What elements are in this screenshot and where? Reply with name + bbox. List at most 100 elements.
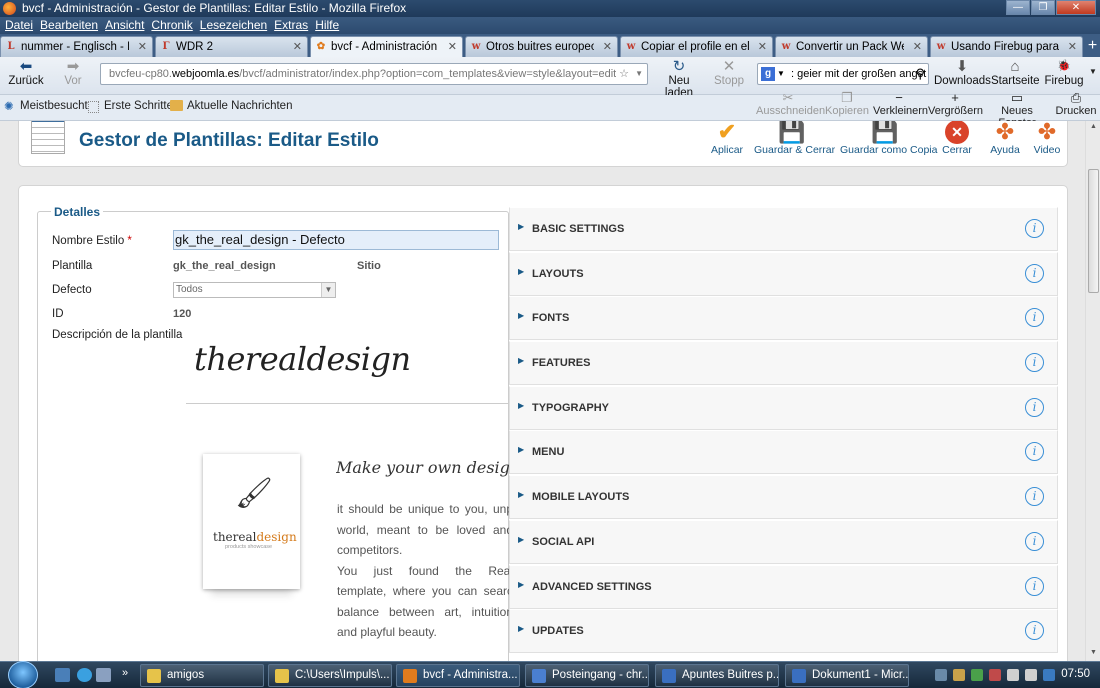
menu-extras[interactable]: Extras xyxy=(272,17,313,34)
tray-app-icon[interactable] xyxy=(989,669,1001,681)
minimize-button[interactable]: — xyxy=(1006,0,1030,15)
print-button[interactable]: ⎙ Drucken xyxy=(1055,91,1097,118)
zoom-out-button[interactable]: − Verkleinern xyxy=(873,91,928,118)
bookmark-star-icon[interactable]: ☆ xyxy=(616,64,629,84)
menu-ansicht[interactable]: Ansicht xyxy=(103,17,149,34)
close-button[interactable]: ✕ Cerrar xyxy=(937,121,977,156)
tab-2[interactable]: ✿ bvcf - Administración - ... ✕ xyxy=(310,36,463,57)
taskbar-task[interactable]: Dokument1 - Micr... xyxy=(785,664,909,687)
tab-close-icon[interactable]: ✕ xyxy=(1068,37,1077,57)
google-icon[interactable]: g xyxy=(761,67,775,81)
cut-button[interactable]: ✂ Ausschneiden xyxy=(756,91,825,118)
accordion-item[interactable]: ▶ TYPOGRAPHY i xyxy=(509,385,1058,430)
apply-button[interactable]: ✔ Aplicar xyxy=(706,121,748,156)
chevron-down-icon[interactable]: ▼ xyxy=(1089,67,1097,76)
taskbar-task[interactable]: Posteingang - chr... xyxy=(525,664,649,687)
scroll-down-icon[interactable]: ▼ xyxy=(1088,649,1099,659)
menu-bearbeiten[interactable]: Bearbeiten xyxy=(38,17,103,34)
tray-arrow-icon[interactable] xyxy=(935,669,947,681)
firebug-button[interactable]: 🐞 Firebug xyxy=(1043,58,1085,87)
taskbar-task[interactable]: C:\Users\Impuls\... xyxy=(268,664,392,687)
bookmark-first-steps[interactable]: Erste Schritte xyxy=(104,100,173,112)
accordion-item[interactable]: ▶ SOCIAL API i xyxy=(509,519,1058,564)
info-icon[interactable]: i xyxy=(1025,621,1044,641)
accordion-item[interactable]: ▶ MOBILE LAYOUTS i xyxy=(509,475,1058,520)
home-button[interactable]: ⌂ Startseite xyxy=(991,58,1040,87)
downloads-button[interactable]: ⬇ Downloads xyxy=(934,58,991,87)
maximize-button[interactable]: ❐ xyxy=(1031,0,1055,15)
tray-volume-icon[interactable] xyxy=(1025,669,1037,681)
info-icon[interactable]: i xyxy=(1025,442,1044,462)
tab-close-icon[interactable]: ✕ xyxy=(913,37,922,57)
accordion-item[interactable]: ▶ UPDATES i xyxy=(509,609,1058,654)
taskbar-task[interactable]: bvcf - Administra... xyxy=(396,664,520,687)
tab-close-icon[interactable]: ✕ xyxy=(758,37,767,57)
close-window-button[interactable]: ✕ xyxy=(1056,0,1096,15)
zoom-in-button[interactable]: + Vergrößern xyxy=(928,91,983,118)
save-close-button[interactable]: 💾 Guardar & Cerrar xyxy=(754,121,835,156)
tab-0[interactable]: Lnummer - Englisch - De... ✕ xyxy=(0,36,153,57)
search-input[interactable]: g ▼ : geier mit der großen angst ⚲ xyxy=(757,63,929,85)
info-icon[interactable]: i xyxy=(1025,308,1044,328)
tab-3[interactable]: w Otros buitres europeos ✕ xyxy=(465,36,618,57)
reload-button[interactable]: ↻ Neu laden xyxy=(654,58,704,99)
accordion-item[interactable]: ▶ LAYOUTS i xyxy=(509,251,1058,296)
tray-network-icon[interactable] xyxy=(1007,669,1019,681)
info-icon[interactable]: i xyxy=(1025,487,1044,507)
video-button[interactable]: ✤ Video xyxy=(1029,121,1065,156)
menu-chronik[interactable]: Chronik xyxy=(149,17,197,34)
clock[interactable]: 07:50 xyxy=(1061,668,1090,680)
tab-5[interactable]: w Convertir un Pack Web... ✕ xyxy=(775,36,928,57)
taskbar-task[interactable]: Apuntes Buitres p... xyxy=(655,664,779,687)
help-button[interactable]: ✤ Ayuda xyxy=(985,121,1025,156)
menu-datei[interactable]: Datei xyxy=(3,17,38,34)
switch-windows-icon[interactable] xyxy=(96,668,111,682)
info-icon[interactable]: i xyxy=(1025,397,1044,417)
tab-close-icon[interactable]: ✕ xyxy=(448,37,457,57)
new-tab-button[interactable]: + xyxy=(1085,36,1100,57)
info-icon[interactable]: i xyxy=(1025,531,1044,551)
start-button[interactable] xyxy=(8,661,38,688)
internet-explorer-icon[interactable] xyxy=(77,668,92,682)
bookmark-news[interactable]: Aktuelle Nachrichten xyxy=(187,100,292,112)
bookmark-most-visited[interactable]: Meistbesucht xyxy=(20,100,88,112)
info-icon[interactable]: i xyxy=(1025,219,1044,238)
search-engine-dropdown-icon[interactable]: ▼ xyxy=(777,64,785,84)
back-button[interactable]: ⬅ Zurück xyxy=(6,58,46,87)
url-bar[interactable]: bvcfeu-cp80.webjoomla.es/bvcf/administra… xyxy=(100,63,648,85)
info-icon[interactable]: i xyxy=(1025,263,1044,283)
tray-security-icon[interactable] xyxy=(971,669,983,681)
save-copy-button[interactable]: 💾 Guardar como Copia xyxy=(840,121,937,156)
tab-4[interactable]: w Copiar el profile en el g... ✕ xyxy=(620,36,773,57)
style-name-input[interactable]: gk_the_real_design - Defecto xyxy=(173,230,499,250)
search-icon[interactable]: ⚲ xyxy=(915,64,925,84)
accordion-item[interactable]: ▶ FEATURES i xyxy=(509,341,1058,386)
tray-mail-icon[interactable] xyxy=(953,669,965,681)
taskbar-task[interactable]: amigos xyxy=(140,664,264,687)
url-dropdown-icon[interactable]: ▼ xyxy=(635,64,643,84)
tab-close-icon[interactable]: ✕ xyxy=(603,37,612,57)
default-select[interactable]: Todos ▼ xyxy=(173,282,336,298)
accordion-item[interactable]: ▶ BASIC SETTINGS i xyxy=(509,207,1058,251)
scrollbar-thumb[interactable] xyxy=(1088,169,1099,293)
info-icon[interactable]: i xyxy=(1025,353,1044,373)
tab-6[interactable]: w Usando Firebug para m... ✕ xyxy=(930,36,1083,57)
stop-button[interactable]: ✕ Stopp xyxy=(712,58,746,87)
copy-button[interactable]: ❐ Kopieren xyxy=(825,91,869,118)
expand-quicklaunch[interactable]: » xyxy=(122,667,128,679)
menu-hilfe[interactable]: Hilfe xyxy=(313,17,344,34)
vertical-scrollbar[interactable]: ▲ ▼ xyxy=(1085,121,1100,661)
back-arrow-icon: ⬅ xyxy=(19,58,33,75)
show-desktop-icon[interactable] xyxy=(55,668,70,682)
tab-close-icon[interactable]: ✕ xyxy=(138,37,147,57)
tab-1[interactable]: Γ WDR 2 ✕ xyxy=(155,36,308,57)
scroll-up-icon[interactable]: ▲ xyxy=(1088,123,1099,133)
info-icon[interactable]: i xyxy=(1025,576,1044,596)
accordion-item[interactable]: ▶ FONTS i xyxy=(509,296,1058,341)
menu-lesezeichen[interactable]: Lesezeichen xyxy=(198,17,272,34)
accordion-item[interactable]: ▶ MENU i xyxy=(509,430,1058,475)
accordion-item[interactable]: ▶ ADVANCED SETTINGS i xyxy=(509,564,1058,609)
tray-bluetooth-icon[interactable] xyxy=(1043,669,1055,681)
forward-button[interactable]: ➡ Vor xyxy=(55,58,91,87)
tab-close-icon[interactable]: ✕ xyxy=(293,37,302,57)
